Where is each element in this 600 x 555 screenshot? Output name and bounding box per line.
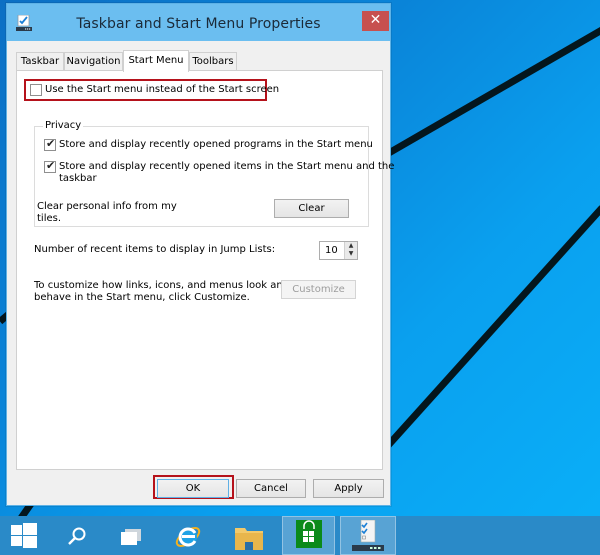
spinner-arrows[interactable]: ▲ ▼ bbox=[344, 242, 357, 259]
store-items-label-line2: taskbar bbox=[59, 173, 97, 184]
start-menu-tab-panel: Use the Start menu instead of the Start … bbox=[16, 70, 394, 470]
clear-info-text-line2: tiles. bbox=[37, 213, 62, 224]
wallpaper-line bbox=[385, 205, 600, 448]
use-start-menu-label: Use the Start menu instead of the Start … bbox=[45, 84, 280, 95]
search-button[interactable] bbox=[52, 516, 104, 555]
taskbar bbox=[0, 516, 600, 555]
cancel-button[interactable]: Cancel bbox=[236, 479, 306, 498]
spin-up-icon[interactable]: ▲ bbox=[345, 242, 357, 250]
apply-button[interactable]: Apply bbox=[313, 479, 384, 498]
store-programs-label: Store and display recently opened progra… bbox=[59, 139, 373, 150]
internet-explorer-button[interactable] bbox=[160, 516, 212, 555]
customize-button[interactable]: Customize bbox=[281, 280, 356, 299]
file-explorer-button[interactable] bbox=[222, 516, 274, 555]
task-view-button[interactable] bbox=[104, 516, 156, 555]
clear-info-text-line1: Clear personal info from my bbox=[37, 201, 177, 212]
store-button[interactable] bbox=[282, 516, 335, 555]
check-icon: ✔ bbox=[46, 137, 56, 150]
window-title: Taskbar and Start Menu Properties bbox=[76, 16, 321, 32]
search-icon bbox=[68, 527, 86, 545]
store-icon bbox=[296, 520, 322, 548]
store-items-label-line1: Store and display recently opened items … bbox=[59, 161, 395, 172]
tab-start-menu[interactable]: Start Menu bbox=[123, 50, 189, 72]
customize-text-line2: behave in the Start menu, click Customiz… bbox=[34, 292, 250, 303]
internet-explorer-icon bbox=[175, 527, 201, 547]
taskbar-properties-icon bbox=[352, 520, 384, 551]
customize-text-line1: To customize how links, icons, and menus… bbox=[34, 280, 290, 291]
ok-button[interactable]: OK bbox=[157, 479, 229, 498]
windows-logo-icon bbox=[11, 523, 37, 548]
store-items-checkbox[interactable]: ✔ bbox=[44, 159, 56, 173]
task-view-icon bbox=[121, 529, 141, 545]
properties-dialog: Taskbar and Start Menu Properties ✕ Task… bbox=[6, 3, 394, 506]
clear-button[interactable]: Clear bbox=[274, 199, 349, 218]
folder-icon bbox=[235, 528, 263, 550]
start-button[interactable] bbox=[0, 516, 52, 555]
tab-toolbars[interactable]: Toolbars bbox=[189, 52, 237, 71]
taskbar-properties-button[interactable] bbox=[340, 516, 396, 555]
jump-lists-spinner[interactable]: 10 ▲ ▼ bbox=[319, 241, 358, 260]
privacy-group-title: Privacy bbox=[43, 120, 84, 131]
wallpaper-line bbox=[386, 25, 600, 157]
store-programs-checkbox[interactable]: ✔ bbox=[44, 137, 56, 151]
use-start-menu-checkbox[interactable] bbox=[30, 84, 42, 96]
tab-taskbar[interactable]: Taskbar bbox=[16, 52, 64, 71]
jump-lists-label: Number of recent items to display in Jum… bbox=[34, 244, 276, 255]
jump-lists-value[interactable]: 10 bbox=[325, 245, 338, 256]
spin-down-icon[interactable]: ▼ bbox=[345, 250, 357, 258]
close-button[interactable]: ✕ bbox=[362, 11, 389, 31]
title-bar[interactable]: Taskbar and Start Menu Properties ✕ bbox=[7, 4, 390, 41]
close-icon: ✕ bbox=[369, 12, 382, 28]
privacy-group: Privacy ✔ Store and display recently ope… bbox=[34, 120, 394, 227]
tab-navigation[interactable]: Navigation bbox=[64, 52, 123, 71]
check-icon: ✔ bbox=[46, 159, 56, 172]
